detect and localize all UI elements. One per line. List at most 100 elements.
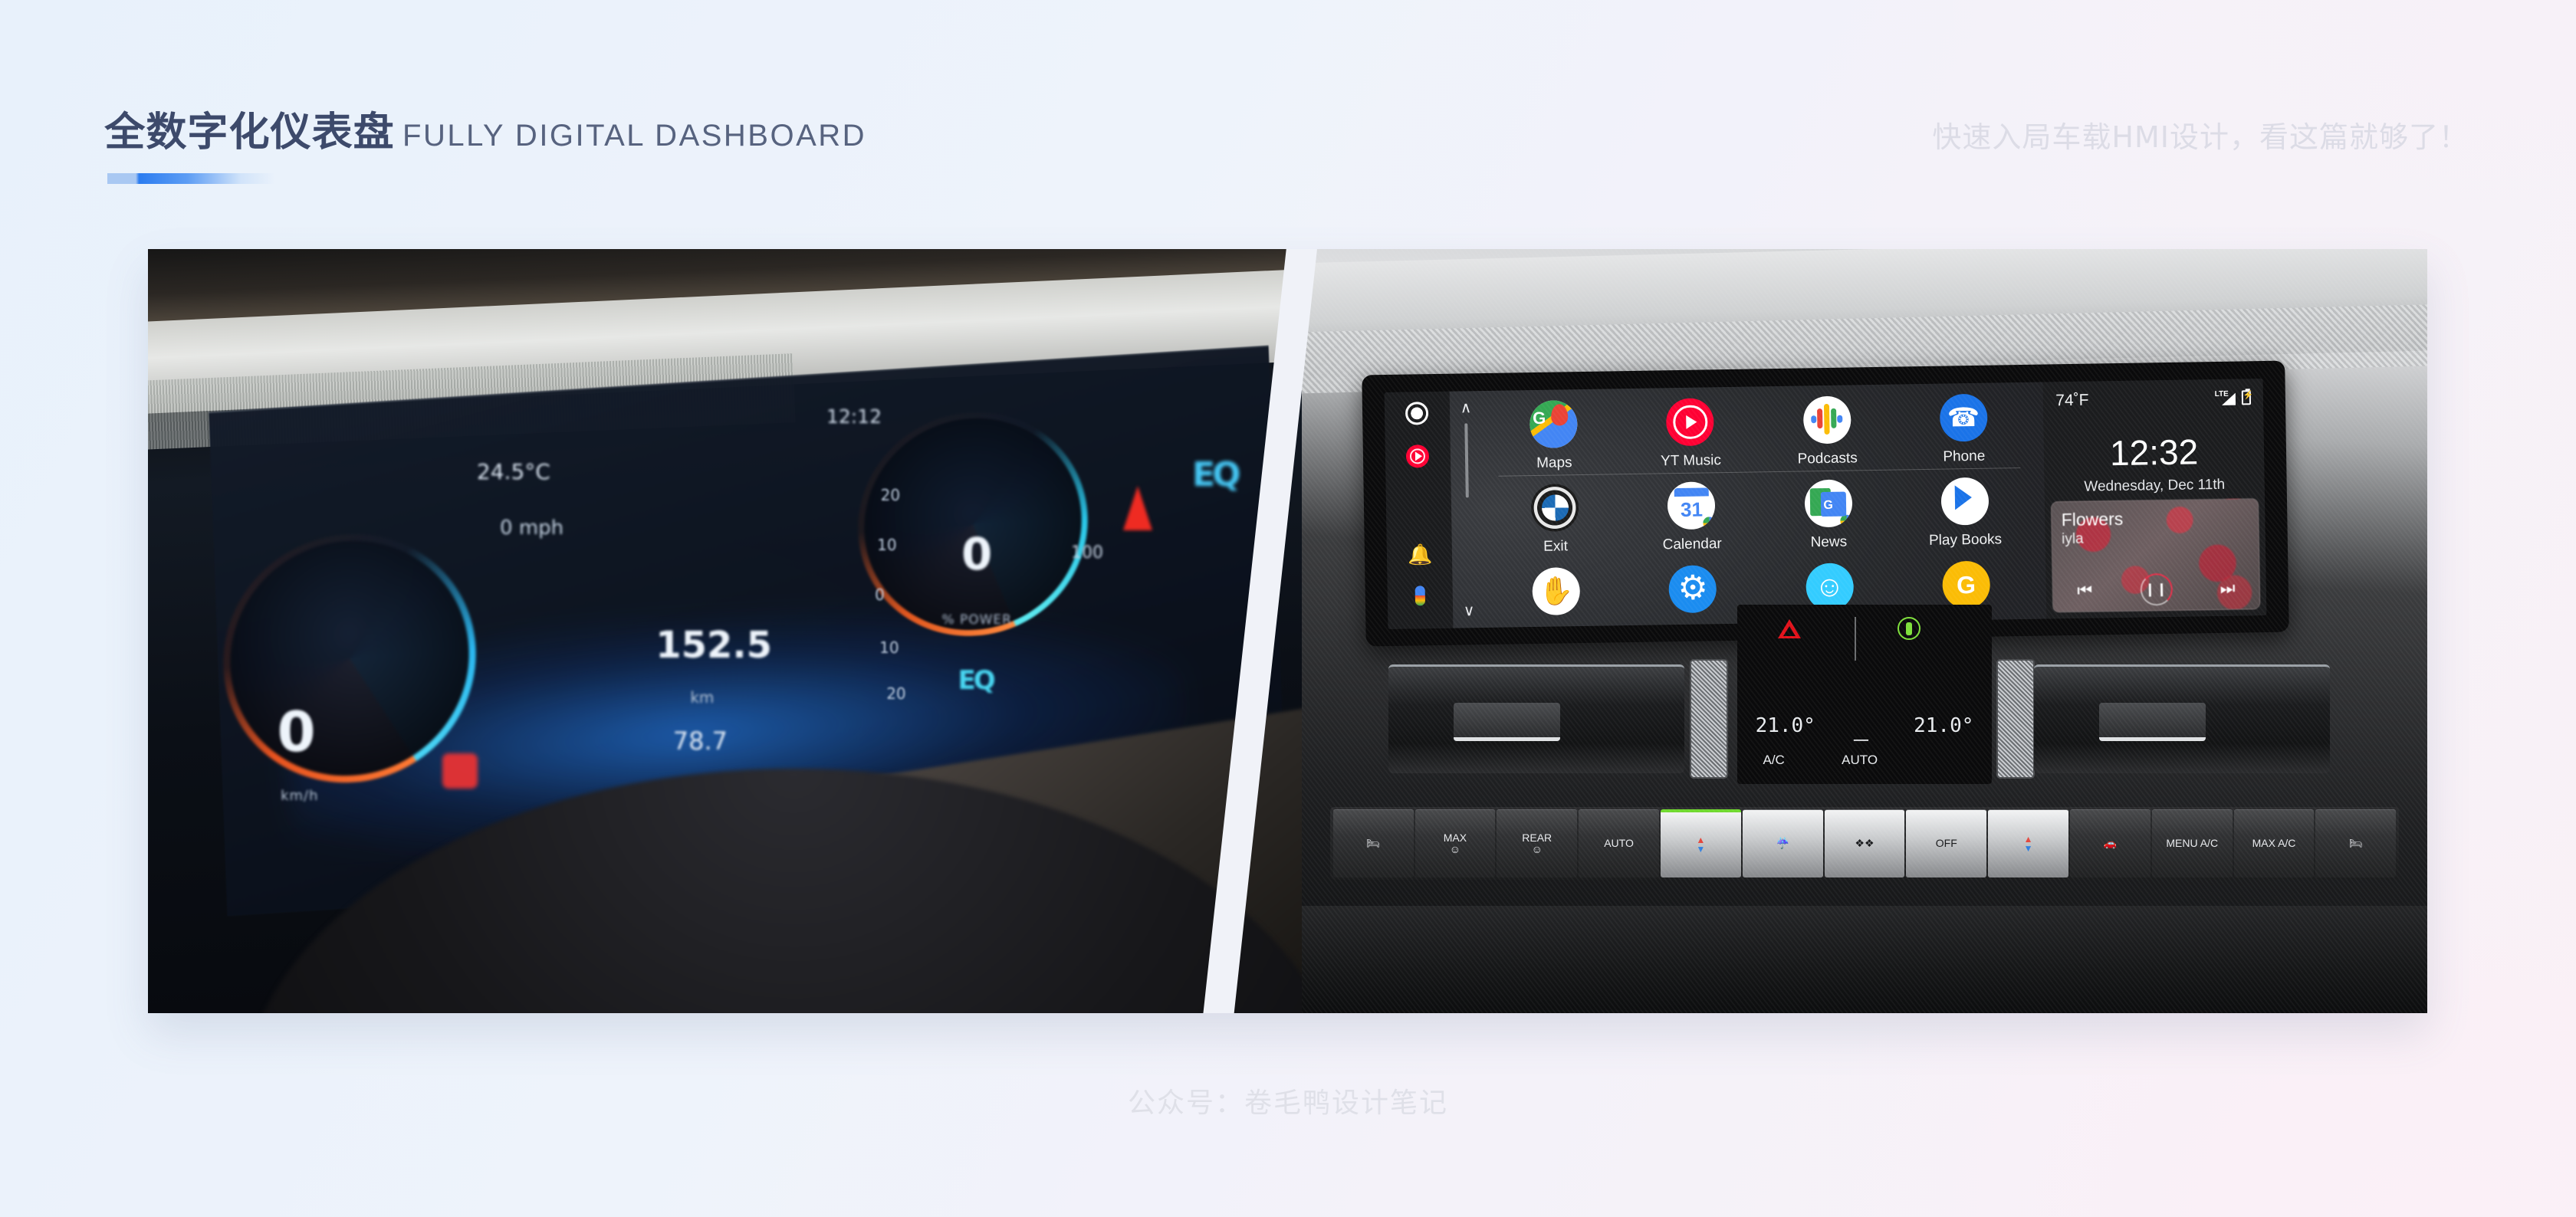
climate-temp-right: 21.0° bbox=[1914, 714, 1974, 738]
google-app-icon bbox=[1941, 560, 1990, 609]
range-value: 152.5 bbox=[656, 623, 773, 667]
battery-charging-icon bbox=[2241, 389, 2251, 405]
vent-slider-right[interactable] bbox=[2098, 703, 2206, 742]
app-label: News bbox=[1810, 533, 1848, 550]
hazard-triangle-icon[interactable] bbox=[1778, 618, 1802, 638]
app-label: Play Books bbox=[1928, 531, 2002, 549]
phone-icon bbox=[1939, 393, 1988, 441]
app-label: Podcasts bbox=[1797, 449, 1858, 467]
warning-indicator-icon bbox=[442, 753, 478, 789]
recirculation-button[interactable]: 🚗 bbox=[2070, 809, 2150, 877]
temp-up-down-right-button[interactable]: ▲ ▼ bbox=[1988, 809, 2068, 877]
power-value: 0 bbox=[961, 527, 993, 580]
outside-temperature: 74˚F bbox=[2055, 390, 2089, 409]
status-bar: 74˚F LTE bbox=[2055, 388, 2251, 409]
auto-climate-label: AUTO bbox=[1604, 837, 1634, 850]
app-tile-calendar[interactable]: Calendar bbox=[1622, 474, 1760, 560]
media-player-card[interactable]: Flowers iyla ⏮ ❙❙ ⏭ bbox=[2051, 497, 2260, 613]
power-tick: 10 bbox=[879, 638, 899, 658]
app-grid: G Maps YT Music Podcasts ☎ Phone Exit 31… bbox=[1485, 386, 2035, 628]
cup-fan-icon bbox=[1850, 708, 1872, 741]
door-lock-icon[interactable] bbox=[1898, 617, 1921, 641]
ac-label: A/C bbox=[1763, 752, 1785, 767]
vent-knob-left[interactable] bbox=[1690, 659, 1728, 779]
eq-badge-icon: EQ bbox=[1192, 455, 1241, 495]
temp-up-down-left-button[interactable]: ▲ ▼ bbox=[1660, 809, 1741, 877]
media-artist-name: iyla bbox=[2061, 530, 2084, 547]
vent-knob-right[interactable] bbox=[1996, 659, 2036, 779]
range-unit: km bbox=[690, 688, 715, 707]
touch-icon bbox=[1532, 566, 1581, 615]
menu-ac-button[interactable]: MENU A/C bbox=[2151, 809, 2233, 877]
rear-defrost-button[interactable]: REAR ☺ bbox=[1497, 809, 1578, 877]
app-grid-icon[interactable] bbox=[1405, 401, 1429, 425]
photo-panel: 0 km/h 24.5°C 0 mph 12:12 152.5 km 78.7 … bbox=[148, 249, 2427, 1013]
air-vent-right[interactable] bbox=[2033, 664, 2331, 774]
scroll-up-icon[interactable]: ∧ bbox=[1460, 399, 1471, 415]
media-track-title: Flowers bbox=[2061, 508, 2124, 530]
app-label: Phone bbox=[1942, 448, 1986, 464]
podcasts-icon bbox=[1802, 395, 1852, 444]
defrost-icon: ☺ bbox=[1449, 842, 1461, 855]
power-max-label: 100 bbox=[1071, 543, 1103, 563]
next-track-icon[interactable]: ⏭ bbox=[2220, 578, 2235, 598]
max-ac-button[interactable]: MAX A/C bbox=[2233, 809, 2315, 877]
vent-and-climate-row: 21.0° 21.0° A/C AUTO bbox=[1336, 605, 2394, 784]
seat-heater-left-button[interactable]: 🛏 bbox=[1332, 809, 1414, 877]
app-tile-exit[interactable]: Exit bbox=[1486, 477, 1624, 563]
recirculation-icon: 🚗 bbox=[2103, 837, 2118, 850]
app-scrollbar[interactable] bbox=[1464, 422, 1469, 497]
google-account-badge-icon bbox=[1838, 513, 1852, 528]
fan-speed-icon: ❖❖ bbox=[1855, 837, 1875, 850]
mercedes-interior-scene: 0 km/h 24.5°C 0 mph 12:12 152.5 km 78.7 … bbox=[148, 249, 1302, 1013]
off-label: OFF bbox=[1935, 837, 1957, 850]
auto-climate-button[interactable]: AUTO bbox=[1579, 809, 1659, 877]
android-auto-app-area: ∧ ∨ G Maps YT Music Podcasts ☎ Phone Exi… bbox=[1449, 381, 2047, 628]
seat-heater-icon: 🛏 bbox=[2348, 837, 2363, 850]
scroll-down-icon[interactable]: ∨ bbox=[1463, 602, 1474, 619]
app-tile-play-books[interactable]: Play Books bbox=[1896, 470, 2034, 556]
date-label: Wednesday, Dec 11th bbox=[2083, 475, 2226, 494]
lte-signal-icon: LTE bbox=[2214, 389, 2235, 405]
lte-label: LTE bbox=[2214, 389, 2229, 399]
app-tile-news[interactable]: G News bbox=[1760, 472, 1898, 558]
rear-defrost-icon: ☺ bbox=[1531, 842, 1543, 855]
app-tile-phone[interactable]: Phone bbox=[1894, 386, 2032, 472]
news-icon: G bbox=[1803, 479, 1852, 528]
auto-label: AUTO bbox=[1842, 752, 1878, 767]
climate-temp-left: 21.0° bbox=[1755, 714, 1815, 738]
climate-divider bbox=[1854, 617, 1856, 661]
speed-value: 0 bbox=[277, 700, 316, 765]
windshield-defrost-button[interactable]: ☔ bbox=[1742, 809, 1823, 877]
bmw-interior-scene: 🔔 ∧ ∨ G Maps YT Music Podcasts ☎ Phone E… bbox=[1302, 249, 2427, 1013]
yt-music-icon[interactable] bbox=[1405, 444, 1430, 467]
assistant-mic-icon[interactable] bbox=[1408, 586, 1431, 608]
app-tile-touch[interactable] bbox=[1487, 560, 1625, 629]
seat-heater-right-button[interactable]: 🛏 bbox=[2315, 809, 2397, 877]
eq-logo-icon: EQ bbox=[958, 665, 996, 697]
menu-ac-label: MENU A/C bbox=[2166, 837, 2219, 850]
navigation-arrow-icon bbox=[1122, 486, 1152, 531]
air-vent-left[interactable] bbox=[1388, 664, 1685, 774]
rear-defrost-label: REAR bbox=[1522, 831, 1552, 844]
app-tile-maps[interactable]: G Maps bbox=[1485, 393, 1623, 479]
notifications-icon[interactable]: 🔔 bbox=[1408, 543, 1433, 566]
play-books-icon bbox=[1940, 477, 1989, 526]
photo-left-mercedes-cluster: 0 km/h 24.5°C 0 mph 12:12 152.5 km 78.7 … bbox=[148, 249, 1302, 1013]
vent-slider-left[interactable] bbox=[1454, 703, 1561, 742]
play-pause-button[interactable]: ❙❙ bbox=[2139, 572, 2173, 606]
previous-track-icon[interactable]: ⏮ bbox=[2077, 580, 2092, 600]
android-auto-screen[interactable]: 🔔 ∧ ∨ G Maps YT Music Podcasts ☎ Phone E… bbox=[1384, 378, 2266, 629]
calendar-icon bbox=[1667, 481, 1716, 530]
max-defrost-button[interactable]: MAX ☺ bbox=[1414, 809, 1496, 877]
fan-speed-button[interactable]: ❖❖ bbox=[1824, 809, 1905, 877]
outside-temp: 24.5°C bbox=[476, 459, 550, 485]
temp-up-icon: ▲ bbox=[2023, 833, 2033, 845]
app-tile-podcasts[interactable]: Podcasts bbox=[1758, 389, 1896, 474]
yt-music-ring bbox=[1409, 448, 1426, 464]
app-tile-yt-music[interactable]: YT Music bbox=[1622, 391, 1760, 477]
pause-icon: ❙❙ bbox=[2144, 581, 2168, 597]
climate-off-button[interactable]: OFF bbox=[1906, 809, 1987, 877]
power-tick: 20 bbox=[886, 684, 906, 704]
range-secondary: 78.7 bbox=[672, 727, 728, 756]
